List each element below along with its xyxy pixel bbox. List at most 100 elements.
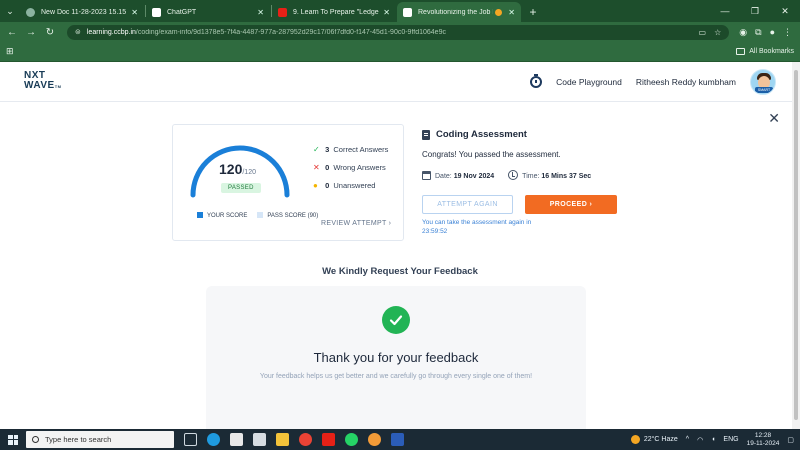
weather-text: 22°C Haze xyxy=(643,436,678,443)
cast-icon[interactable]: ▭ xyxy=(699,28,707,37)
clock-date: 19-11-2024 xyxy=(746,439,780,447)
avatar[interactable]: SMART xyxy=(750,68,776,95)
all-bookmarks-button[interactable]: All Bookmarks xyxy=(736,48,794,55)
bookmark-star-icon[interactable]: ☆ xyxy=(714,28,721,37)
site-header: NXT WAVETM Code Playground Ritheesh Redd… xyxy=(0,62,800,102)
timer-icon[interactable] xyxy=(530,73,543,88)
word-icon[interactable] xyxy=(391,433,404,446)
unanswered-count: 0 xyxy=(325,181,330,190)
taskbar-search[interactable]: Type here to search xyxy=(26,431,174,448)
task-view-icon[interactable] xyxy=(184,433,197,446)
tab-close-icon[interactable]: ✕ xyxy=(257,8,264,17)
close-icon[interactable]: ✕ xyxy=(768,110,780,127)
address-bar[interactable]: ⊜ learning.ccbp.in /coding/exam-info/9d1… xyxy=(67,24,730,40)
tab-close-icon[interactable]: ✕ xyxy=(131,8,138,17)
page-scrollbar[interactable] xyxy=(792,62,800,429)
proceed-button[interactable]: PROCEED › xyxy=(525,195,617,214)
attempt-again-button[interactable]: ATTEMPT AGAIN xyxy=(422,195,513,214)
apps-grid-icon[interactable]: ⊞ xyxy=(6,46,14,57)
calendar-icon xyxy=(422,170,431,180)
youtube-icon[interactable] xyxy=(322,433,335,446)
clipboard-icon xyxy=(422,129,430,140)
check-glyph xyxy=(389,315,403,326)
browser-tab-1[interactable]: New Doc 11-28-2023 15.15 ✕ xyxy=(20,2,144,22)
extension-icon[interactable]: ◉ xyxy=(739,27,747,38)
toolbar-actions: ◉ ⧉ ● ⋮ xyxy=(735,27,796,38)
wrong-count: 0 xyxy=(325,163,330,172)
user-name[interactable]: Ritheesh Reddy kumbham xyxy=(636,77,736,87)
browser-tab-4-active[interactable]: Revolutionizing the Job Ma ✕ xyxy=(397,2,521,22)
score-legend: YOUR SCORE PASS SCORE (90) xyxy=(197,212,318,219)
result-message: Congrats! You passed the assessment. xyxy=(422,150,561,159)
logo-tm: TM xyxy=(54,84,62,89)
start-button[interactable] xyxy=(0,434,26,445)
browser-tab-2[interactable]: ChatGPT ✕ xyxy=(146,2,270,22)
time-value: 16 Mins 37 Sec xyxy=(541,173,592,180)
clock-icon xyxy=(508,170,519,180)
forward-arrow-icon[interactable]: → xyxy=(23,24,39,40)
tab-close-icon[interactable]: ✕ xyxy=(383,8,390,17)
profile-icon[interactable]: ● xyxy=(770,27,775,38)
nxtwave-logo[interactable]: NXT WAVETM xyxy=(24,71,62,92)
tab-close-icon[interactable]: ✕ xyxy=(508,8,515,17)
windows-logo-icon xyxy=(8,434,18,445)
unanswered: ● 0 Unanswered xyxy=(313,181,388,190)
browser-tab-3[interactable]: 9. Learn To Prepare "Ledger Ac ✕ xyxy=(272,2,396,22)
chrome-profile-icon[interactable] xyxy=(368,433,381,446)
language-indicator[interactable]: ENG xyxy=(723,436,738,443)
more-menu-icon[interactable]: ⋮ xyxy=(783,27,792,38)
success-check-icon xyxy=(382,306,410,334)
score-value: 120/120 xyxy=(219,161,256,177)
correct-answers: ✓ 3 Correct Answers xyxy=(313,145,388,154)
tab-search-icon[interactable]: ⌄ xyxy=(0,0,20,22)
taskbar-clock[interactable]: 12:28 19-11-2024 xyxy=(747,432,780,448)
restore-icon[interactable]: ❐ xyxy=(740,6,770,17)
url-path: /coding/exam-info/9d1378e5-7f4a-4487-977… xyxy=(135,28,446,36)
notification-icon[interactable]: ▢ xyxy=(787,436,794,444)
tab-title: New Doc 11-28-2023 15.15 xyxy=(41,8,127,16)
legend-swatch-your xyxy=(197,212,203,218)
browser-toolbar: ← → ↻ ⊜ learning.ccbp.in /coding/exam-in… xyxy=(0,22,800,42)
scrollbar-thumb[interactable] xyxy=(794,70,798,420)
tray-chevron-icon[interactable]: ^ xyxy=(686,436,689,443)
check-icon: ✓ xyxy=(313,145,320,154)
feedback-heading: We Kindly Request Your Feedback xyxy=(322,266,478,277)
chatgpt-favicon-icon xyxy=(152,7,161,17)
weather-widget[interactable]: 22°C Haze xyxy=(630,435,678,444)
file-explorer-icon[interactable] xyxy=(276,433,289,446)
search-icon xyxy=(32,436,39,443)
proceed-label: PROCEED xyxy=(549,201,588,208)
legend-your-label: YOUR SCORE xyxy=(207,213,248,219)
mail-icon[interactable] xyxy=(253,433,266,446)
tab-title: ChatGPT xyxy=(167,8,197,16)
feedback-thanks: Thank you for your feedback xyxy=(313,350,479,365)
reload-icon[interactable]: ↻ xyxy=(42,24,58,40)
chrome-icon[interactable] xyxy=(299,433,312,446)
youtube-favicon-icon xyxy=(278,7,287,17)
correct-count: 3 xyxy=(325,145,330,154)
back-arrow-icon[interactable]: ← xyxy=(4,24,20,40)
edge-icon[interactable] xyxy=(207,433,220,446)
extensions-puzzle-icon[interactable]: ⧉ xyxy=(755,27,761,38)
logo-line-2: WAVE xyxy=(24,80,55,91)
unanswered-label: Unanswered xyxy=(333,181,376,190)
retake-note: You can take the assessment again in 23:… xyxy=(422,219,532,235)
doc-favicon-icon xyxy=(26,7,35,17)
tab-title: 9. Learn To Prepare "Ledger Ac xyxy=(293,8,380,16)
attempt-date: Date: 19 Nov 2024 xyxy=(422,170,494,180)
code-playground-link[interactable]: Code Playground xyxy=(556,77,622,87)
store-icon[interactable] xyxy=(230,433,243,446)
whatsapp-icon[interactable] xyxy=(345,433,358,446)
legend-pass-label: PASS SCORE (90) xyxy=(267,213,319,219)
review-attempt-link[interactable]: REVIEW ATTEMPT › xyxy=(321,220,391,227)
volume-icon[interactable]: ◖ xyxy=(711,436,715,443)
new-tab-button[interactable]: + xyxy=(522,2,544,22)
window-close-icon[interactable]: ✕ xyxy=(770,6,800,17)
network-icon[interactable]: ◠ xyxy=(697,436,703,444)
legend-swatch-pass xyxy=(257,212,264,218)
site-info-icon[interactable]: ⊜ xyxy=(75,28,81,36)
assessment-title: Coding Assessment xyxy=(422,129,527,140)
window-controls: — ❐ ✕ xyxy=(710,0,800,22)
attempt-time: Time: 16 Mins 37 Sec xyxy=(508,170,591,180)
minimize-icon[interactable]: — xyxy=(710,6,740,16)
